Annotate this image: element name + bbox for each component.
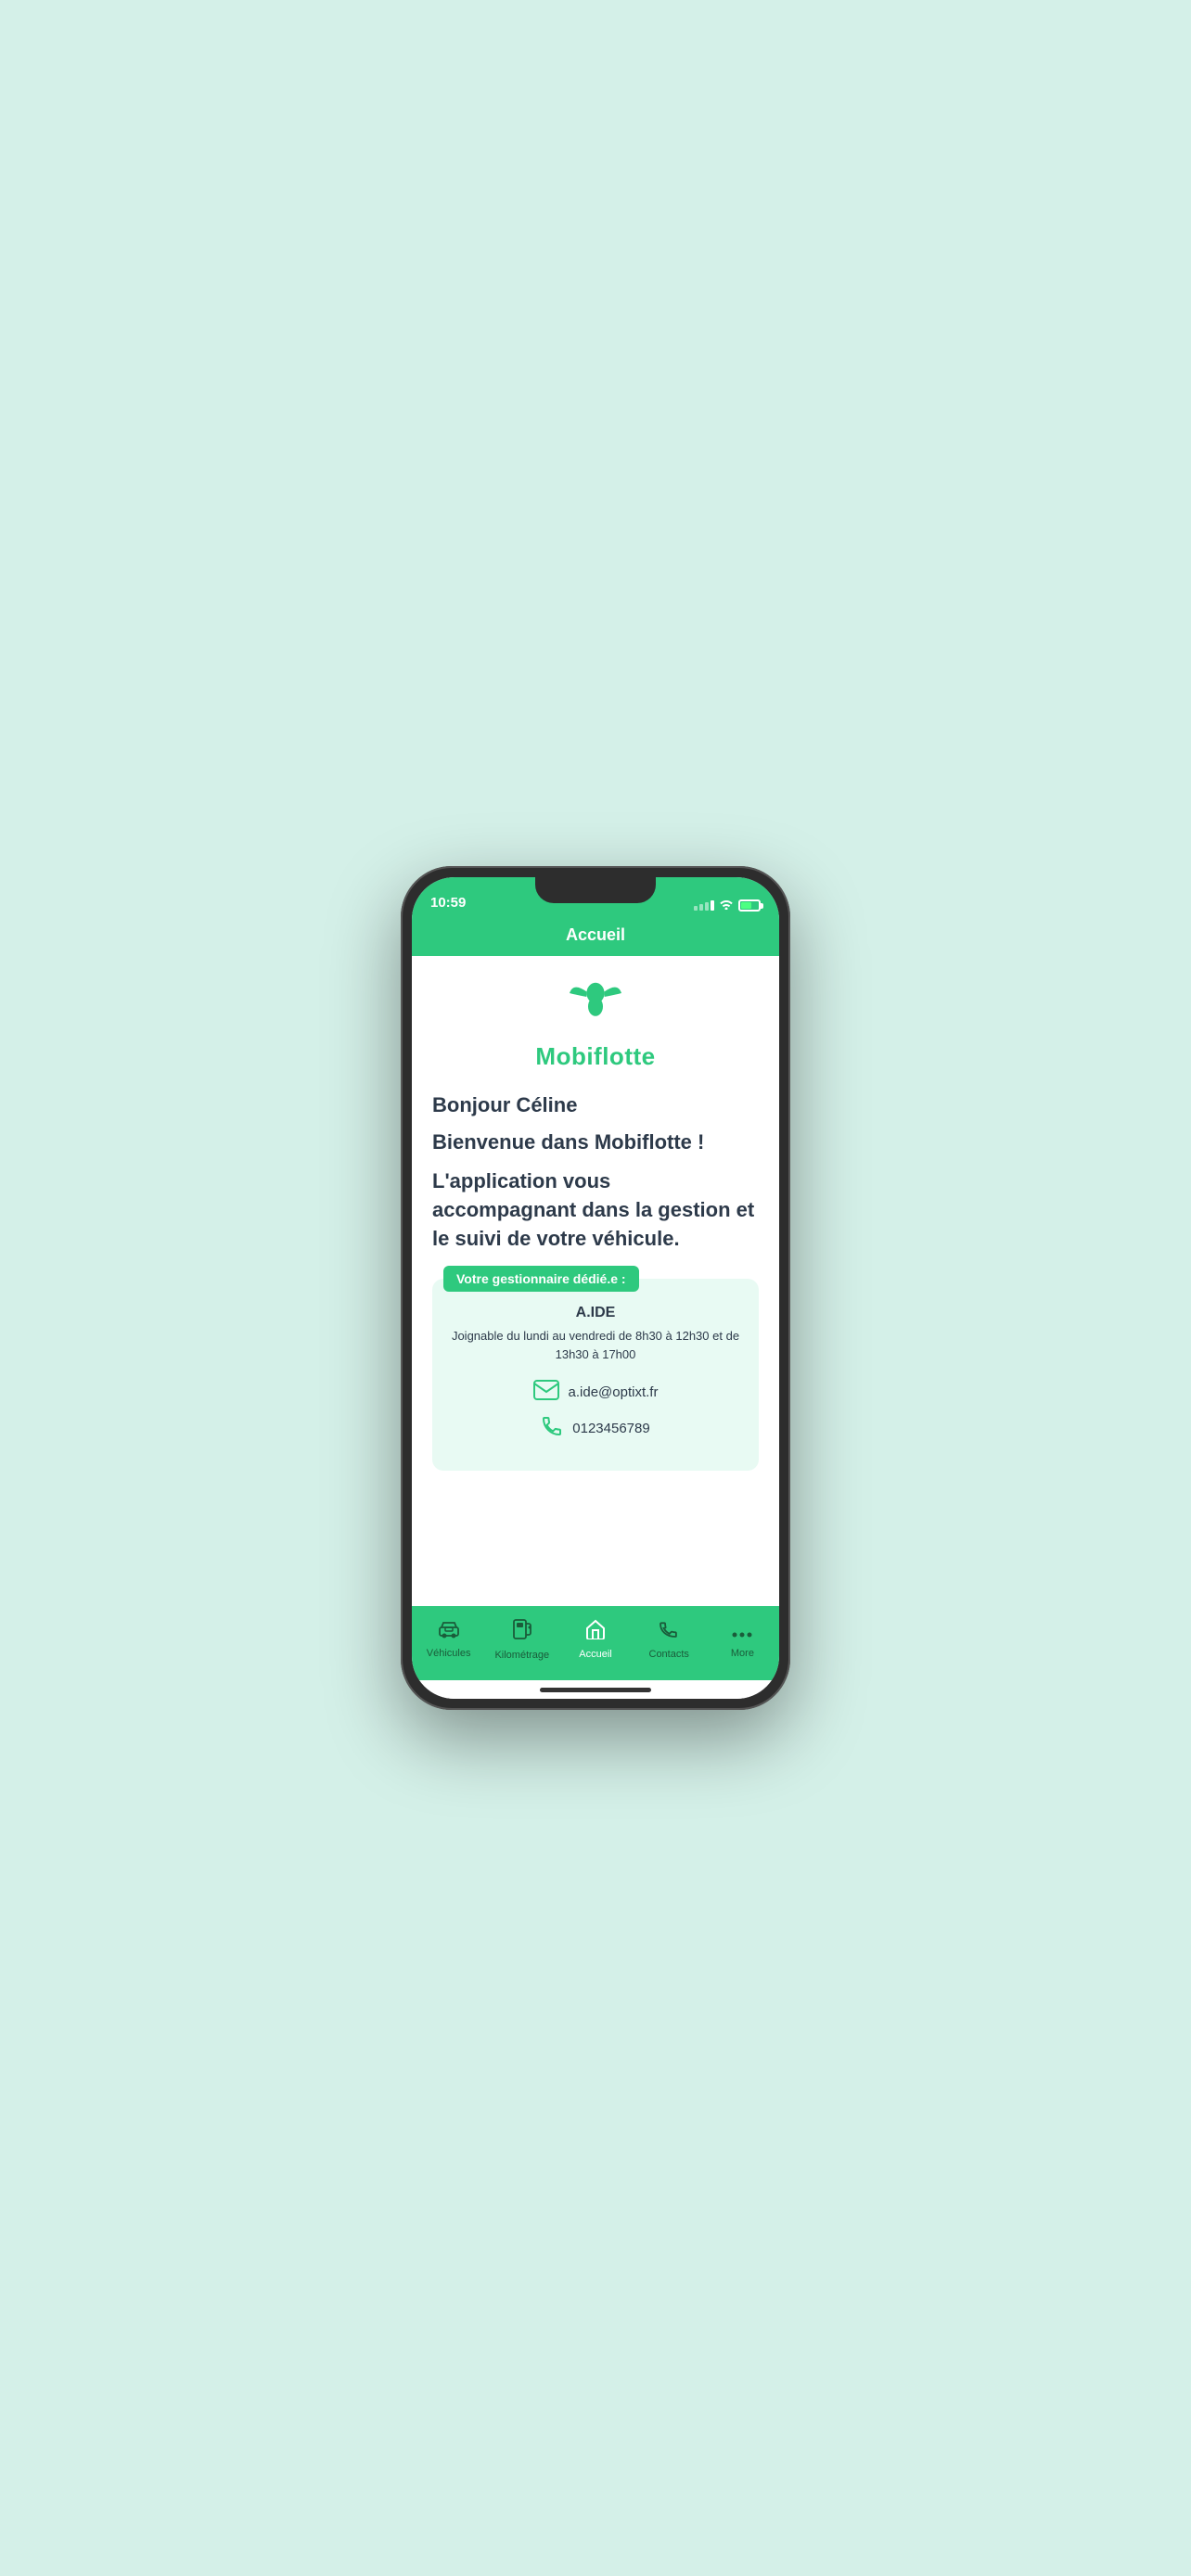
nav-vehicules[interactable]: Véhicules [412, 1620, 485, 1659]
status-time: 10:59 [430, 895, 466, 912]
fuel-icon [512, 1618, 532, 1646]
battery-icon [738, 899, 761, 912]
nav-accueil[interactable]: Accueil [558, 1619, 632, 1660]
home-bar [540, 1688, 651, 1692]
more-icon [731, 1620, 753, 1644]
email-icon [533, 1380, 559, 1404]
logo-section: Mobiflotte [432, 978, 759, 1071]
nav-more[interactable]: More [706, 1620, 779, 1659]
manager-name: A.IDE [447, 1305, 744, 1321]
home-indicator [412, 1680, 779, 1699]
phone-notch [535, 877, 656, 903]
nav-kilometrage[interactable]: Kilométrage [485, 1618, 558, 1661]
phone-screen: 10:59 Accueil [412, 877, 779, 1699]
description-text: L'application vous accompagnant dans la … [432, 1167, 759, 1253]
phone-frame: 10:59 Accueil [401, 866, 790, 1710]
status-icons [694, 899, 761, 912]
home-icon [584, 1619, 607, 1645]
nav-more-label: More [731, 1648, 754, 1659]
phone-row[interactable]: 0123456789 [447, 1415, 744, 1441]
manager-badge: Votre gestionnaire dédié.e : [443, 1266, 639, 1292]
brand-name: Mobiflotte [535, 1042, 655, 1071]
email-row[interactable]: a.ide@optixt.fr [447, 1380, 744, 1404]
phone-call-icon [541, 1415, 563, 1441]
nav-contacts[interactable]: Contacts [633, 1619, 706, 1660]
nav-contacts-label: Contacts [649, 1649, 689, 1660]
nav-vehicules-label: Véhicules [427, 1648, 471, 1659]
mobiflotte-logo-icon [558, 978, 633, 1039]
manager-email: a.ide@optixt.fr [569, 1384, 659, 1400]
greeting-text: Bonjour Céline [432, 1093, 759, 1117]
manager-phone: 0123456789 [572, 1421, 649, 1436]
car-icon [438, 1620, 460, 1644]
signal-icon [694, 900, 714, 911]
manager-card: A.IDE Joignable du lundi au vendredi de … [432, 1279, 759, 1471]
wifi-icon [719, 899, 734, 912]
nav-kilometrage-label: Kilométrage [494, 1650, 549, 1661]
manager-hours: Joignable du lundi au vendredi de 8h30 à… [447, 1327, 744, 1363]
welcome-text: Bienvenue dans Mobiflotte ! [432, 1130, 759, 1154]
app-header: Accueil [412, 918, 779, 956]
contacts-phone-icon [659, 1619, 679, 1645]
nav-accueil-label: Accueil [579, 1649, 611, 1660]
manager-section: Votre gestionnaire dédié.e : A.IDE Joign… [432, 1279, 759, 1471]
page-title: Accueil [566, 925, 625, 944]
main-content: Mobiflotte Bonjour Céline Bienvenue dans… [412, 956, 779, 1606]
bottom-nav: Véhicules Kilométrage [412, 1606, 779, 1680]
